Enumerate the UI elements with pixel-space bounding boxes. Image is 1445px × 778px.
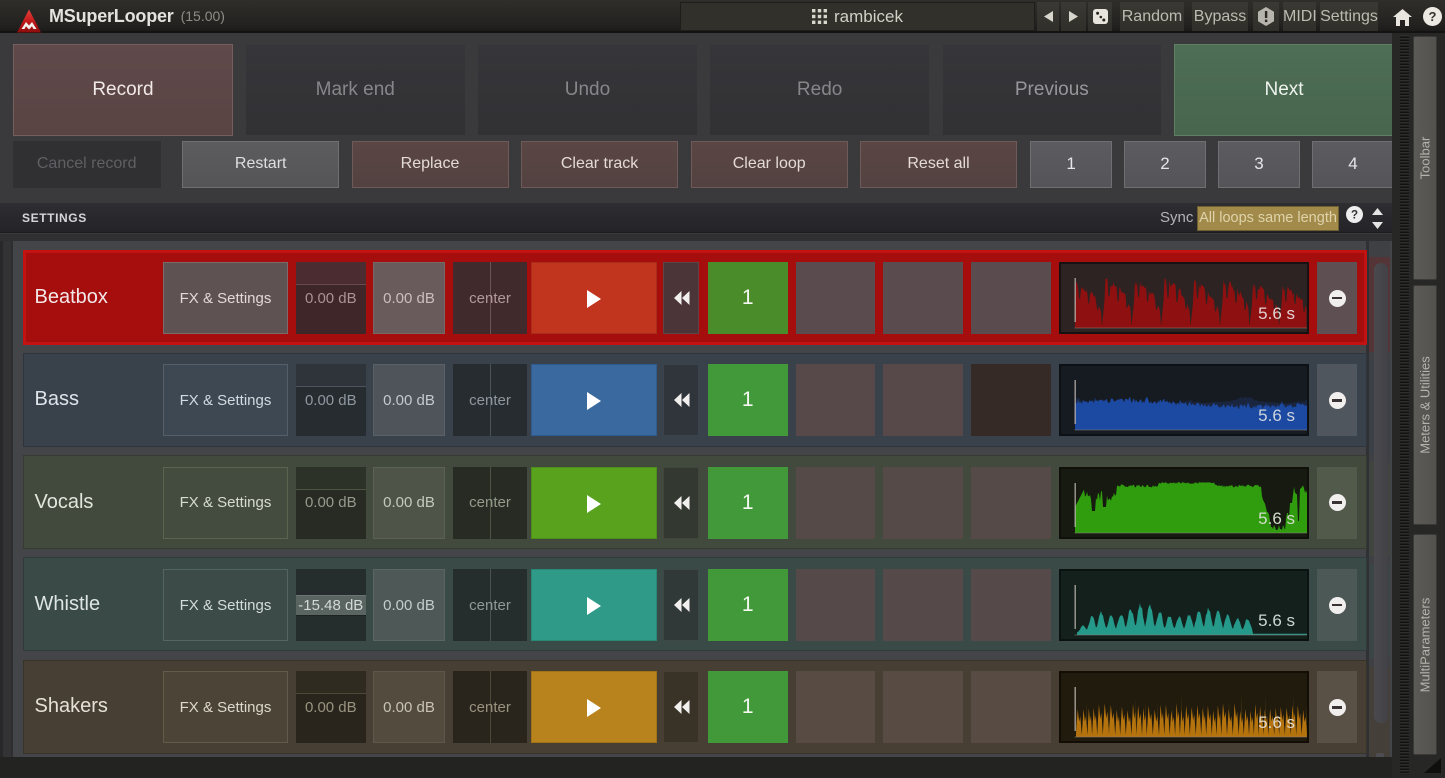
svg-text:?: ? — [1428, 9, 1436, 24]
svg-text:?: ? — [1351, 209, 1358, 222]
